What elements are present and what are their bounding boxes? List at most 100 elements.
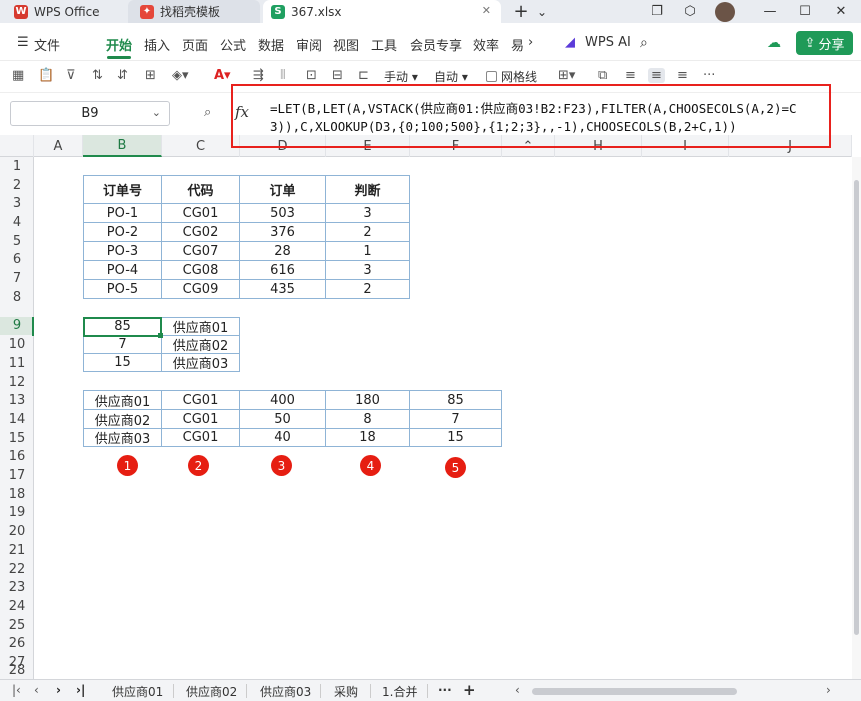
table-cell[interactable]: PO-3 bbox=[84, 242, 162, 261]
more-sheets-button[interactable]: ··· bbox=[438, 683, 452, 697]
chevron-down-icon[interactable]: ⌄ bbox=[152, 106, 161, 119]
sheet-tab[interactable]: 采购 bbox=[334, 683, 358, 700]
row-header[interactable]: 22 bbox=[0, 560, 34, 579]
table-cell[interactable]: PO-4 bbox=[84, 261, 162, 280]
name-box[interactable]: B9 ⌄ bbox=[10, 101, 170, 126]
table-cell[interactable]: 3 bbox=[326, 204, 410, 223]
first-sheet-icon[interactable]: |‹ bbox=[12, 683, 21, 697]
sheet-tab[interactable]: 1.合并 bbox=[382, 683, 417, 700]
horizontal-scroll-thumb[interactable] bbox=[532, 688, 737, 695]
paste-icon[interactable]: 📋 bbox=[38, 68, 54, 83]
align-left-icon[interactable]: ≡ bbox=[625, 68, 636, 83]
tab-list-chevron-icon[interactable]: ⌄ bbox=[527, 0, 557, 23]
merge-icon[interactable]: ⊡ bbox=[306, 68, 317, 83]
row-header[interactable]: 17 bbox=[0, 466, 34, 485]
next-sheet-icon[interactable]: › bbox=[56, 683, 61, 697]
menu-data[interactable]: 数据 bbox=[258, 35, 284, 54]
table-cell[interactable]: 8 bbox=[326, 410, 410, 429]
row-header[interactable]: 18 bbox=[0, 485, 34, 504]
row-header[interactable]: 6 bbox=[0, 251, 34, 270]
row-header[interactable]: 3 bbox=[0, 194, 34, 213]
cloud-sync-icon[interactable]: ☁ bbox=[767, 35, 781, 51]
table-cell[interactable]: PO-5 bbox=[84, 280, 162, 299]
table-cell[interactable]: 供应商02 bbox=[162, 336, 240, 354]
menu-more-chevron-icon[interactable]: › bbox=[528, 35, 533, 50]
window-restore-icon[interactable]: ❐ bbox=[642, 0, 672, 23]
select-all-corner[interactable] bbox=[0, 135, 34, 157]
row-header[interactable]: 12 bbox=[0, 373, 34, 392]
table-cell[interactable]: 40 bbox=[240, 429, 326, 447]
row-header[interactable]: 11 bbox=[0, 354, 34, 373]
menu-efficiency[interactable]: 效率 bbox=[473, 35, 499, 54]
menu-review[interactable]: 审阅 bbox=[296, 35, 322, 54]
table-cell[interactable]: 2 bbox=[326, 280, 410, 299]
format-cells-icon[interactable]: ▦ bbox=[12, 68, 24, 83]
table-cell[interactable]: 28 bbox=[240, 242, 326, 261]
scroll-right-icon[interactable]: › bbox=[826, 683, 831, 697]
row-header[interactable]: 13 bbox=[0, 391, 34, 410]
table-cell[interactable]: 435 bbox=[240, 280, 326, 299]
table-cell[interactable]: 180 bbox=[326, 391, 410, 410]
header-cell[interactable]: 代码 bbox=[162, 176, 240, 204]
menu-member[interactable]: 会员专享 bbox=[410, 35, 462, 54]
font-color-icon[interactable]: A▾ bbox=[214, 68, 231, 83]
table-cell[interactable]: CG02 bbox=[162, 223, 240, 242]
row-header[interactable]: 7 bbox=[0, 269, 34, 288]
table-cell[interactable]: 50 bbox=[240, 410, 326, 429]
row-header[interactable]: 14 bbox=[0, 410, 34, 429]
gridlines-checkbox[interactable] bbox=[486, 71, 497, 82]
share-button[interactable]: ⇪ 分享 bbox=[796, 31, 853, 55]
fill-color-icon[interactable]: ◈▾ bbox=[172, 68, 189, 83]
row-header[interactable]: 5 bbox=[0, 232, 34, 251]
auto-row-height[interactable]: 自动 ▾ bbox=[434, 68, 468, 85]
more-tools-icon[interactable]: ··· bbox=[703, 68, 715, 83]
table-cell[interactable]: 400 bbox=[240, 391, 326, 410]
table-cell[interactable]: 15 bbox=[84, 354, 162, 372]
row-header[interactable]: 20 bbox=[0, 522, 34, 541]
table-cell[interactable]: CG07 bbox=[162, 242, 240, 261]
sheet-tab[interactable]: 供应商01 bbox=[112, 683, 163, 700]
table-cell[interactable]: 1 bbox=[326, 242, 410, 261]
close-tab-icon[interactable]: ✕ bbox=[482, 4, 491, 17]
table-cell[interactable]: CG01 bbox=[162, 204, 240, 223]
table-style-icon[interactable]: ⊞▾ bbox=[558, 68, 575, 83]
table-cell[interactable]: 供应商03 bbox=[162, 354, 240, 372]
filter-icon[interactable]: ⊽ bbox=[66, 68, 76, 83]
table-cell[interactable]: PO-1 bbox=[84, 204, 162, 223]
row-header[interactable]: 8 bbox=[0, 288, 34, 307]
table-cell[interactable]: 供应商03 bbox=[84, 429, 162, 447]
row-header[interactable]: 28 bbox=[0, 662, 34, 679]
add-sheet-button[interactable]: + bbox=[463, 681, 476, 699]
menu-tools[interactable]: 工具 bbox=[371, 35, 397, 54]
menu-insert[interactable]: 插入 bbox=[144, 35, 170, 54]
columns-icon[interactable]: ⦀ bbox=[280, 68, 286, 83]
table-cell[interactable]: CG01 bbox=[162, 429, 240, 447]
column-header-selected[interactable]: B bbox=[83, 135, 162, 157]
menu-view[interactable]: 视图 bbox=[333, 35, 359, 54]
table-cell[interactable]: CG01 bbox=[162, 410, 240, 429]
row-header-selected[interactable]: 9 bbox=[0, 316, 34, 336]
avatar[interactable] bbox=[710, 0, 740, 23]
arrange-icon[interactable]: ⧉ bbox=[598, 68, 607, 83]
row-header[interactable]: 24 bbox=[0, 597, 34, 616]
row-header[interactable]: 26 bbox=[0, 635, 34, 654]
table-cell[interactable]: 7 bbox=[84, 336, 162, 354]
header-cell[interactable]: 判断 bbox=[326, 176, 410, 204]
table-cell[interactable]: CG08 bbox=[162, 261, 240, 280]
prev-sheet-icon[interactable]: ‹ bbox=[34, 683, 39, 697]
header-cell[interactable]: 订单 bbox=[240, 176, 326, 204]
sheet-tab[interactable]: 供应商03 bbox=[260, 683, 311, 700]
cube-icon[interactable]: ⬡ bbox=[675, 0, 705, 23]
zoom-search-icon[interactable]: ⌕ bbox=[204, 105, 211, 120]
table-cell[interactable]: 85 bbox=[410, 391, 502, 410]
tab-docer-template[interactable]: ✦ 找稻壳模板 bbox=[128, 0, 260, 23]
align-right-icon[interactable]: ≡ bbox=[677, 68, 688, 83]
row-header[interactable]: 2 bbox=[0, 176, 34, 195]
table-cell[interactable]: CG09 bbox=[162, 280, 240, 299]
table-cell[interactable]: 376 bbox=[240, 223, 326, 242]
maximize-icon[interactable]: ☐ bbox=[790, 0, 820, 23]
menu-home[interactable]: 开始 bbox=[106, 35, 132, 54]
manual-row-height[interactable]: 手动 ▾ bbox=[384, 68, 418, 85]
borders-icon[interactable]: ⊞ bbox=[145, 68, 156, 83]
row-header[interactable]: 21 bbox=[0, 541, 34, 560]
